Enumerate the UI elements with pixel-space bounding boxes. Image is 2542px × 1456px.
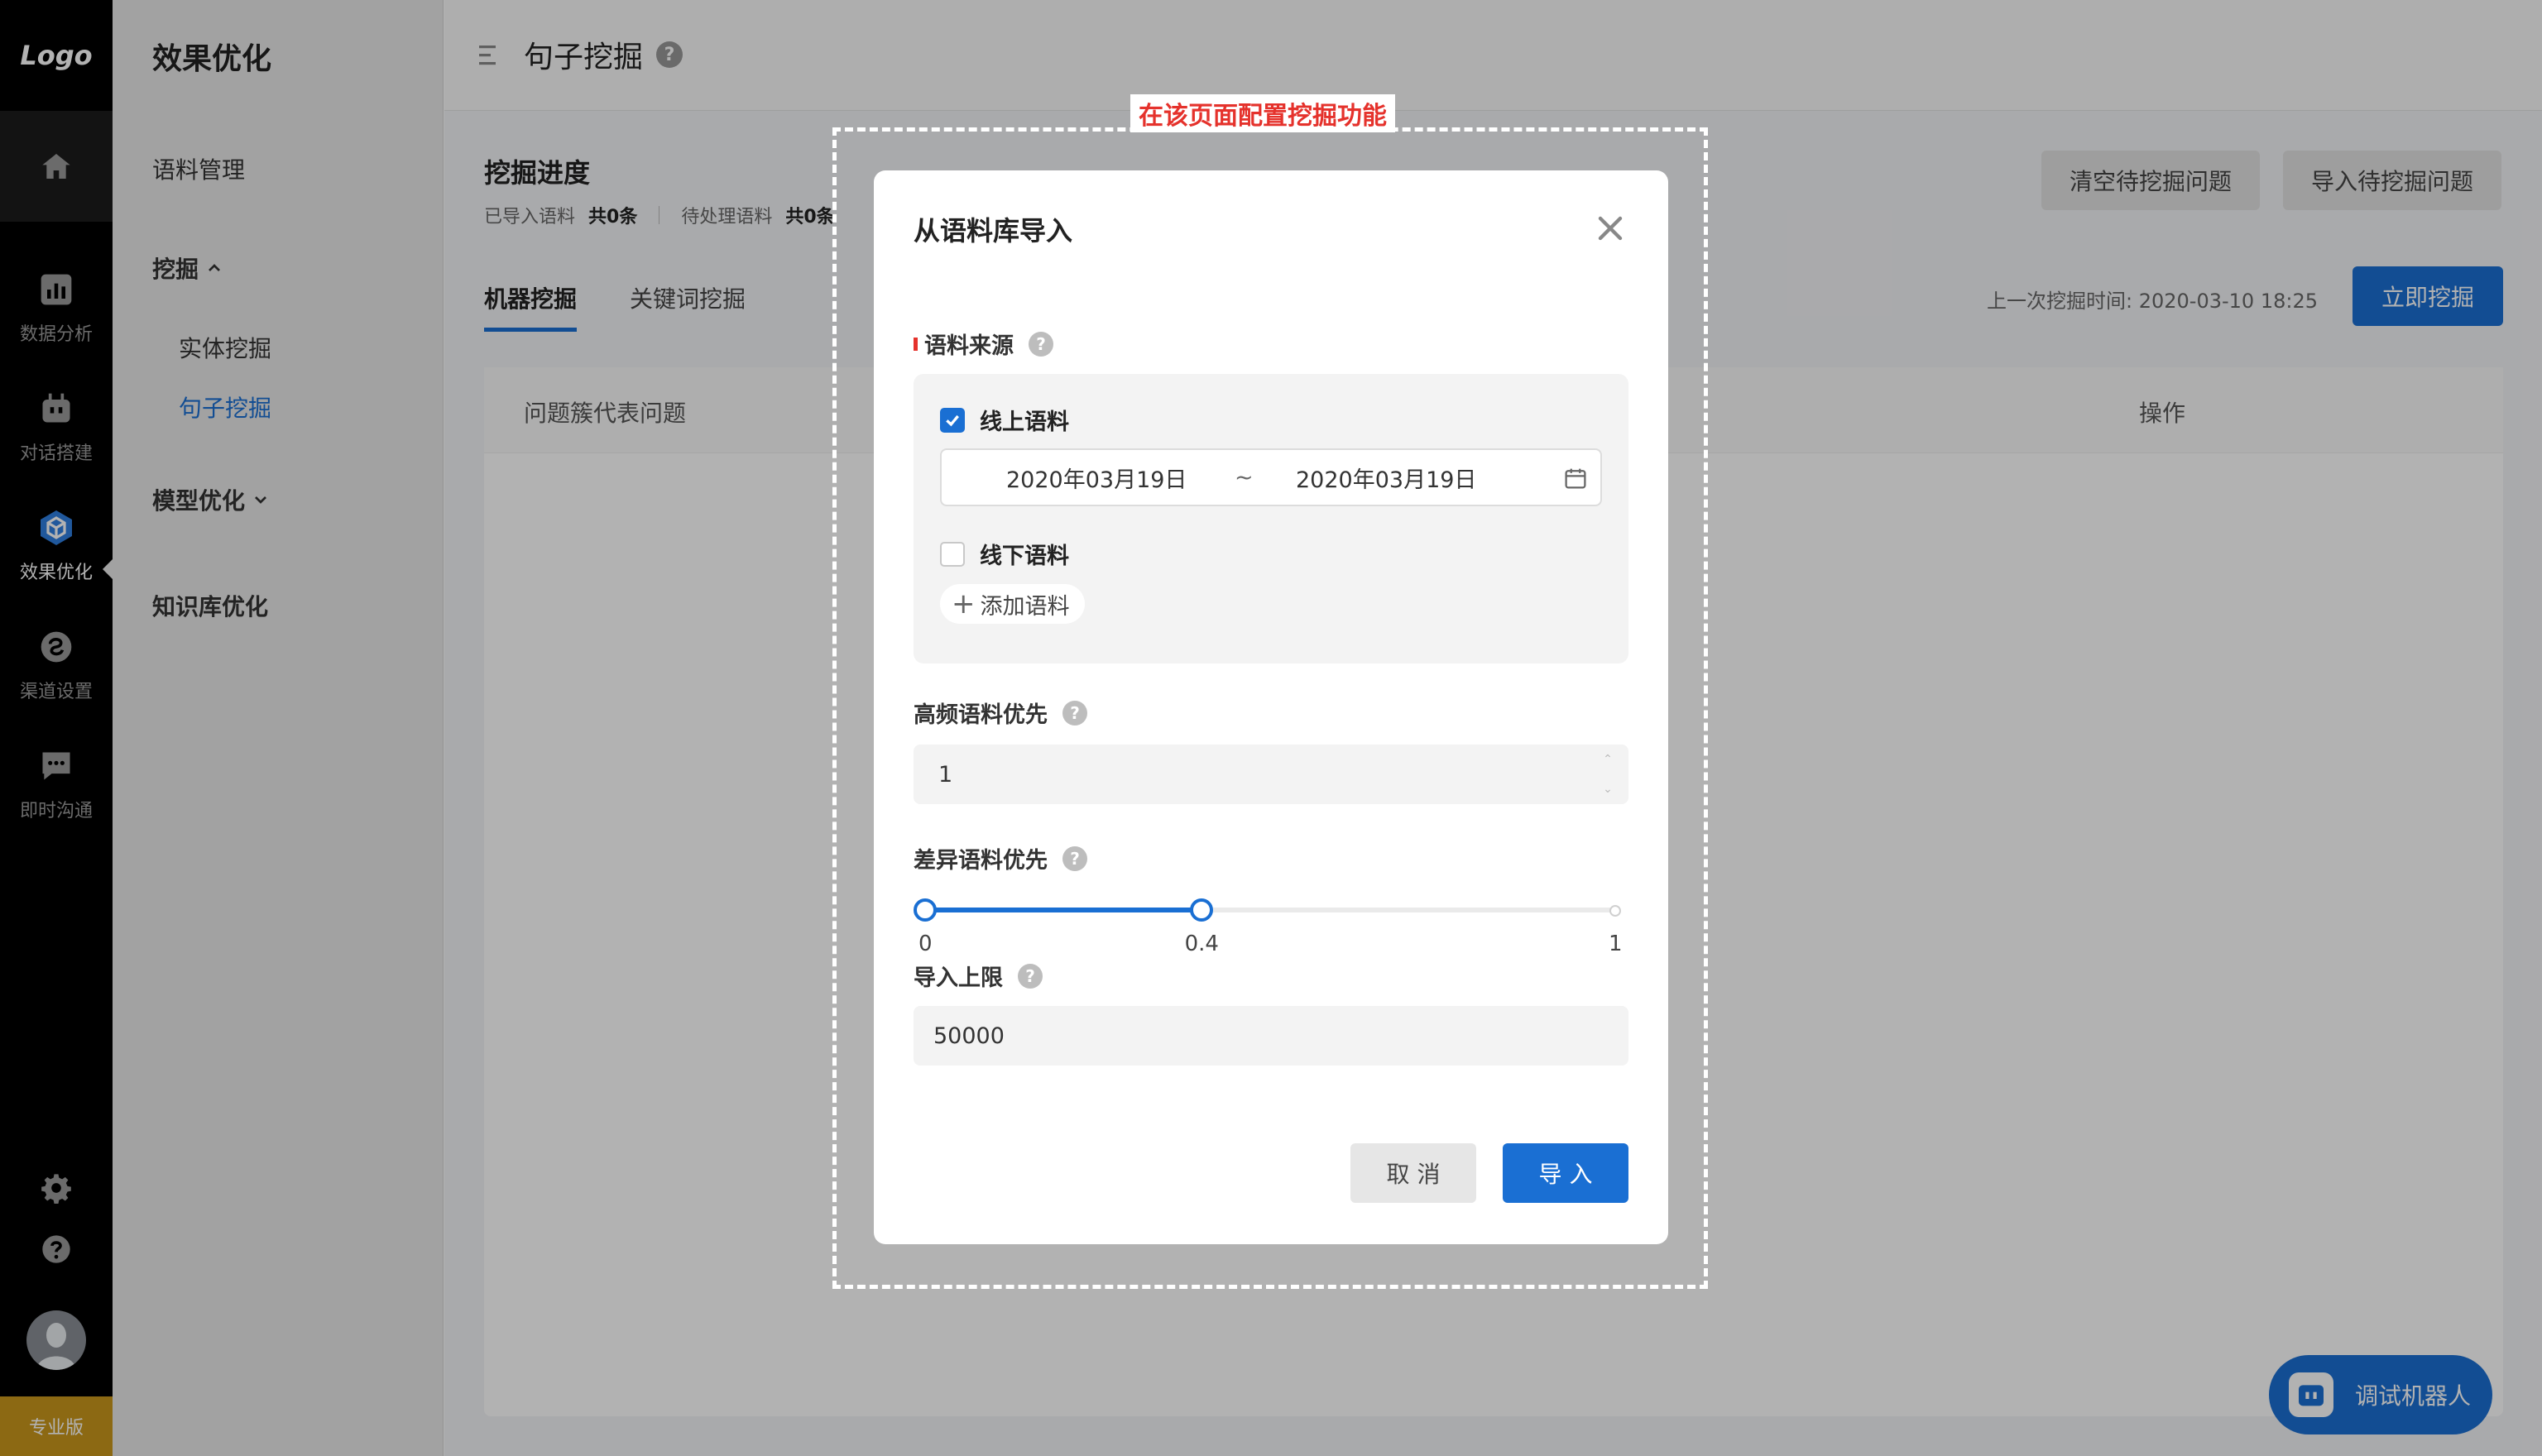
import-limit-input[interactable]: 50000 — [914, 1006, 1628, 1066]
date-start[interactable]: 2020年03月19日 — [1006, 462, 1187, 494]
help-icon[interactable]: ? — [1018, 963, 1043, 989]
chevron-up-icon[interactable]: ⌃ — [1603, 753, 1613, 766]
import-dialog: 从语料库导入 语料来源 ? 线上语料 2020年03月19日 ~ 2020年03… — [874, 170, 1668, 1244]
slider-fill — [925, 908, 1201, 912]
help-icon[interactable]: ? — [1062, 700, 1087, 726]
diff-field-label: 差异语料优先 ? — [914, 842, 1087, 874]
limit-value: 50000 — [933, 1023, 1005, 1049]
offline-corpus-option[interactable]: 线下语料 — [940, 538, 1069, 570]
number-stepper[interactable]: ⌃ ⌄ — [1600, 753, 1615, 796]
date-end[interactable]: 2020年03月19日 — [1296, 462, 1476, 494]
source-panel: 线上语料 2020年03月19日 ~ 2020年03月19日 线下语料 + 添加… — [914, 374, 1628, 663]
offline-corpus-checkbox[interactable] — [940, 541, 965, 567]
help-icon[interactable]: ? — [1029, 331, 1053, 357]
slider-end-dot — [1609, 905, 1621, 917]
slider-handle-min[interactable] — [914, 898, 937, 922]
online-corpus-checkbox[interactable] — [940, 407, 965, 433]
chevron-down-icon[interactable]: ⌄ — [1603, 783, 1613, 796]
help-icon[interactable]: ? — [1062, 845, 1087, 871]
calendar-icon[interactable] — [1564, 467, 1587, 490]
date-range-picker[interactable]: 2020年03月19日 ~ 2020年03月19日 — [940, 448, 1602, 506]
limit-label-text: 导入上限 — [914, 965, 1003, 991]
plus-icon: + — [952, 587, 976, 620]
hf-field-label: 高频语料优先 ? — [914, 697, 1087, 729]
offline-corpus-label: 线下语料 — [980, 544, 1069, 569]
diff-priority-slider[interactable]: 0 0.4 1 — [914, 898, 1628, 965]
dialog-title: 从语料库导入 — [914, 215, 1073, 247]
cancel-button[interactable]: 取 消 — [1350, 1143, 1476, 1203]
slider-tick-max: 1 — [1609, 932, 1623, 956]
hf-number-input[interactable]: 1 ⌃ ⌄ — [914, 745, 1628, 804]
slider-handle-value[interactable] — [1189, 898, 1213, 922]
slider-tick-min: 0 — [918, 932, 933, 956]
add-corpus-button[interactable]: + 添加语料 — [940, 584, 1085, 624]
source-label-text: 语料来源 — [924, 333, 1014, 359]
check-icon — [946, 414, 959, 426]
hf-value: 1 — [938, 761, 953, 788]
required-mark — [914, 337, 918, 351]
diff-label-text: 差异语料优先 — [914, 848, 1048, 874]
import-button[interactable]: 导 入 — [1503, 1143, 1628, 1203]
annotation-label: 在该页面配置挖掘功能 — [1130, 94, 1395, 132]
date-separator: ~ — [1235, 464, 1254, 491]
add-corpus-label: 添加语料 — [980, 593, 1070, 620]
online-corpus-option[interactable]: 线上语料 — [940, 404, 1069, 436]
close-icon[interactable] — [1594, 212, 1627, 245]
source-field-label: 语料来源 ? — [914, 328, 1053, 360]
limit-field-label: 导入上限 ? — [914, 960, 1043, 992]
hf-label-text: 高频语料优先 — [914, 702, 1048, 728]
slider-tick-value: 0.4 — [1184, 932, 1219, 956]
online-corpus-label: 线上语料 — [980, 410, 1069, 435]
